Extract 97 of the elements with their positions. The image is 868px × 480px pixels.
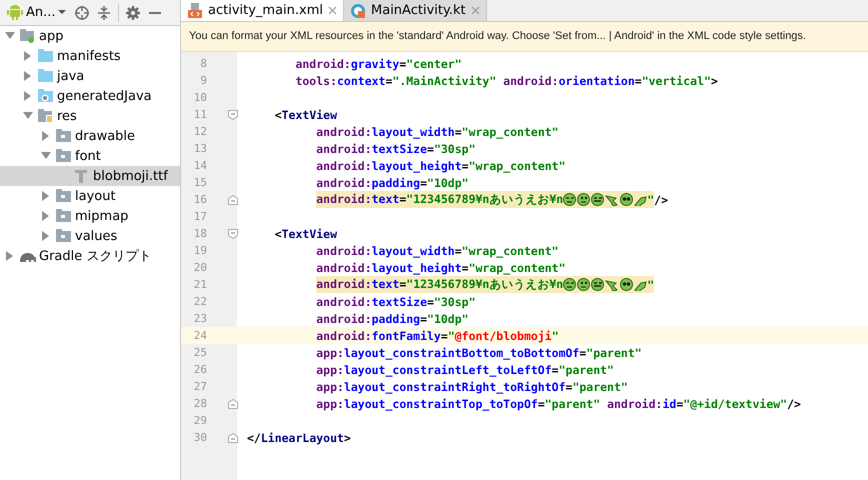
expanded-arrow-icon[interactable] xyxy=(41,151,51,161)
line-number: 13 xyxy=(192,142,208,155)
gear-folder-icon xyxy=(37,88,54,104)
editor-tab[interactable]: MainActivity.kt xyxy=(344,0,487,21)
fold-icon[interactable] xyxy=(228,228,238,238)
code-text: " xyxy=(647,192,654,206)
line-number: 15 xyxy=(192,176,208,189)
code-text: /> xyxy=(654,192,668,206)
collapsed-arrow-icon[interactable] xyxy=(23,51,33,61)
tree-item[interactable]: values xyxy=(0,226,180,246)
code-text: android:fontFamily="@font/blobmoji" xyxy=(316,328,559,342)
resource-folder-icon xyxy=(37,108,54,124)
collapse-all-icon[interactable] xyxy=(96,4,112,20)
collapsed-arrow-icon[interactable] xyxy=(41,131,51,141)
close-icon[interactable] xyxy=(328,6,338,15)
line-number: 28 xyxy=(192,397,208,410)
expanded-arrow-icon[interactable] xyxy=(5,31,15,41)
tree-item[interactable]: blobmoji.ttf xyxy=(0,166,180,186)
expanded-arrow-icon[interactable] xyxy=(23,111,33,121)
fold-icon[interactable] xyxy=(228,432,238,442)
folder-icon xyxy=(55,228,72,244)
code-text: android:textSize="30sp" xyxy=(316,142,476,156)
code-text: app:layout_constraintLeft_toLeftOf="parent" xyxy=(316,362,614,376)
line-number: 11 xyxy=(192,108,208,121)
line-number: 16 xyxy=(192,193,208,206)
line-number: 27 xyxy=(192,380,208,393)
xml-file-icon xyxy=(187,2,203,18)
line-number: 24 xyxy=(192,329,208,342)
line-number: 12 xyxy=(192,125,208,138)
line-number: 22 xyxy=(192,295,208,308)
line-number: 25 xyxy=(192,346,208,359)
line-number: 21 xyxy=(192,278,208,291)
fold-icon[interactable] xyxy=(228,398,238,408)
line-number: 17 xyxy=(192,210,208,223)
format-notification: You can format your XML resources in the 'standard' Android way. Choose 'Set from... | Android' in the XML code style settings. xyxy=(181,22,868,52)
caret-icon xyxy=(58,10,66,15)
locate-icon[interactable] xyxy=(74,4,90,20)
collapsed-arrow-icon[interactable] xyxy=(5,251,15,261)
code-text: android:layout_height="wrap_content" xyxy=(316,158,566,172)
folder-icon xyxy=(37,68,54,84)
code-text: android:textSize="30sp" xyxy=(316,294,476,308)
tree-item[interactable]: drawable xyxy=(0,126,180,146)
folder-icon xyxy=(55,188,72,204)
folder-icon xyxy=(55,208,72,224)
code-text: android:layout_height="wrap_content" xyxy=(316,260,566,274)
line-number: 8 xyxy=(199,57,208,70)
line-number: 23 xyxy=(192,312,208,325)
line-number: 30 xyxy=(192,431,208,444)
tree-item[interactable]: layout xyxy=(0,186,180,206)
collapsed-arrow-icon[interactable] xyxy=(41,211,51,221)
collapsed-arrow-icon[interactable] xyxy=(23,71,33,81)
code-text: android:padding="10dp" xyxy=(316,176,469,190)
line-number: 19 xyxy=(192,244,208,257)
fold-icon[interactable] xyxy=(228,110,238,120)
editor-tab[interactable]: activity_main.xml xyxy=(181,0,344,21)
tree-item[interactable]: res xyxy=(0,106,180,126)
line-number: 26 xyxy=(192,363,208,376)
tree-item[interactable]: java xyxy=(0,66,180,86)
tree-item[interactable]: Gradle スクリプト xyxy=(0,246,180,266)
tree-item[interactable]: manifests xyxy=(0,46,180,66)
code-text: tools:context=".MainActivity" android:orientation="vertical"> xyxy=(295,74,718,88)
code-text: <TextView xyxy=(274,108,338,122)
code-text: app:layout_constraintBottom_toBottomOf="parent" xyxy=(316,346,642,360)
code-text: </LinearLayout> xyxy=(247,430,351,444)
folder-icon xyxy=(55,148,72,164)
kotlin-file-icon xyxy=(350,2,366,18)
module-folder-icon xyxy=(19,28,36,44)
tree-item[interactable]: font xyxy=(0,146,180,166)
code-text: app:layout_constraintTop_toTopOf="parent" android:id="@+id/textview"/> xyxy=(316,396,801,410)
code-text: android:text="123456789¥nあいうえお¥n xyxy=(316,192,564,207)
code-text: app:layout_constraintRight_toRightOf="parent" xyxy=(316,380,628,394)
code-text: android:layout_width="wrap_content" xyxy=(316,124,559,138)
code-text: android:gravity="center" xyxy=(295,56,462,70)
line-number: 20 xyxy=(192,261,208,274)
collapsed-arrow-icon[interactable] xyxy=(23,91,33,101)
code-text: android:layout_width="wrap_content" xyxy=(316,244,559,258)
code-text: android:padding="10dp" xyxy=(316,312,469,326)
tree-item[interactable]: mipmap xyxy=(0,206,180,226)
android-icon xyxy=(6,4,24,21)
line-number: 29 xyxy=(192,414,208,427)
folder-icon xyxy=(55,128,72,144)
close-icon[interactable] xyxy=(470,6,480,15)
font-file-icon xyxy=(73,168,90,184)
code-text: <TextView xyxy=(274,226,338,240)
line-number: 10 xyxy=(192,91,208,104)
settings-icon[interactable] xyxy=(124,4,141,20)
collapsed-arrow-icon[interactable] xyxy=(41,231,51,241)
fold-icon[interactable] xyxy=(228,194,238,204)
collapsed-arrow-icon[interactable] xyxy=(41,191,51,201)
line-number: 14 xyxy=(192,159,208,172)
folder-icon xyxy=(37,48,54,64)
tree-item[interactable]: app xyxy=(0,26,180,46)
line-number: 18 xyxy=(192,227,208,240)
line-number: 9 xyxy=(199,74,208,87)
tree-item[interactable]: generatedJava xyxy=(0,86,180,106)
code-text: " xyxy=(647,278,654,292)
code-text: android:text="123456789¥nあいうえお¥n xyxy=(316,277,564,292)
